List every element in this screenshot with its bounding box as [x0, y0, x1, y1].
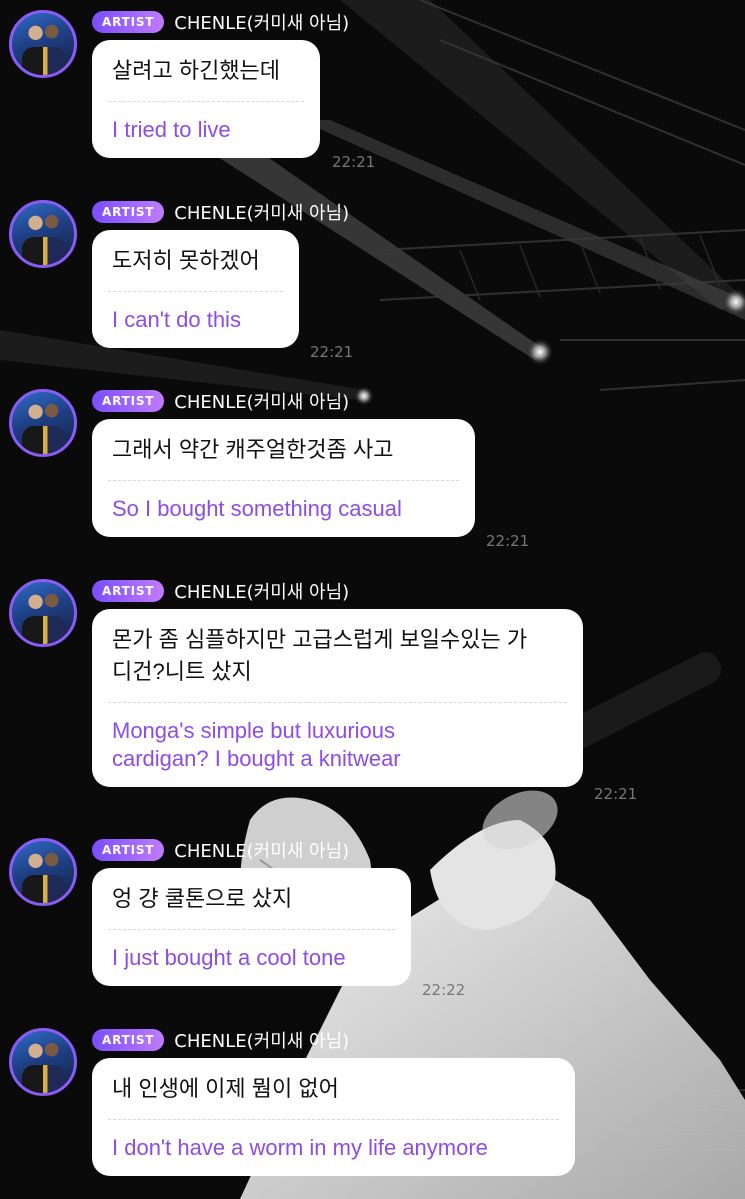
message-bubble[interactable]: 내 인생에 이제 뭠이 없어 I don't have a worm in my…	[92, 1058, 575, 1176]
artist-avatar[interactable]	[9, 579, 77, 647]
timestamp: 22:21	[486, 532, 530, 550]
artist-avatar[interactable]	[9, 200, 77, 268]
message-header: ARTIST CHENLE(커미새 아님)	[92, 579, 349, 603]
original-text: 몬가 좀 심플하지만 고급스럽게 보일수있는 가 디건?니트 샀지	[112, 627, 528, 684]
translated-text: So I bought something casual	[112, 496, 402, 521]
timestamp: 22:21	[332, 153, 376, 171]
sender-name: CHENLE(커미새 아님)	[174, 582, 350, 603]
translated-text: I just bought a cool tone	[112, 945, 346, 970]
timestamp: 22:21	[594, 785, 638, 803]
artist-badge: ARTIST	[92, 390, 165, 412]
artist-badge: ARTIST	[92, 580, 165, 602]
timestamp: 22:22	[422, 981, 466, 999]
sender-name: CHENLE(커미새 아님)	[174, 13, 350, 34]
artist-badge: ARTIST	[92, 1029, 165, 1051]
artist-badge: ARTIST	[92, 201, 165, 223]
timestamp: 22:21	[310, 343, 354, 361]
artist-badge: ARTIST	[92, 839, 165, 861]
message-bubble[interactable]: 살려고 하긴했는데 I tried to live	[92, 40, 320, 158]
original-text: 그래서 약간 캐주얼한것좀 사고	[112, 437, 394, 462]
sender-name: CHENLE(커미새 아님)	[174, 392, 350, 413]
message-header: ARTIST CHENLE(커미새 아님)	[92, 10, 349, 34]
message-header: ARTIST CHENLE(커미새 아님)	[92, 838, 349, 862]
message-bubble[interactable]: 그래서 약간 캐주얼한것좀 사고 So I bought something c…	[92, 419, 475, 537]
artist-avatar[interactable]	[9, 10, 77, 78]
original-text: 내 인생에 이제 뭠이 없어	[112, 1076, 339, 1101]
original-text: 살려고 하긴했는데	[112, 58, 281, 83]
original-text: 도저히 못하겠어	[112, 248, 260, 273]
sender-name: CHENLE(커미새 아님)	[174, 841, 350, 862]
translated-text: I tried to live	[112, 117, 231, 142]
translated-text: I don't have a worm in my life anymore	[112, 1135, 488, 1160]
artist-avatar[interactable]	[9, 1028, 77, 1096]
message-header: ARTIST CHENLE(커미새 아님)	[92, 389, 349, 413]
translated-text: Monga's simple but luxurious cardigan? I…	[112, 718, 401, 771]
message-header: ARTIST CHENLE(커미새 아님)	[92, 1028, 349, 1052]
message-bubble[interactable]: 도저히 못하겠어 I can't do this	[92, 230, 299, 348]
artist-avatar[interactable]	[9, 389, 77, 457]
message-bubble[interactable]: 엉 걍 쿨톤으로 샀지 I just bought a cool tone	[92, 868, 411, 986]
message-header: ARTIST CHENLE(커미새 아님)	[92, 200, 349, 224]
chat-message-list[interactable]: ARTIST CHENLE(커미새 아님) 살려고 하긴했는데 I tried …	[0, 0, 745, 1199]
message-bubble[interactable]: 몬가 좀 심플하지만 고급스럽게 보일수있는 가 디건?니트 샀지 Monga'…	[92, 609, 583, 787]
translated-text: I can't do this	[112, 307, 241, 332]
artist-avatar[interactable]	[9, 838, 77, 906]
artist-badge: ARTIST	[92, 11, 165, 33]
sender-name: CHENLE(커미새 아님)	[174, 1031, 350, 1052]
original-text: 엉 걍 쿨톤으로 샀지	[112, 886, 293, 911]
sender-name: CHENLE(커미새 아님)	[174, 203, 350, 224]
